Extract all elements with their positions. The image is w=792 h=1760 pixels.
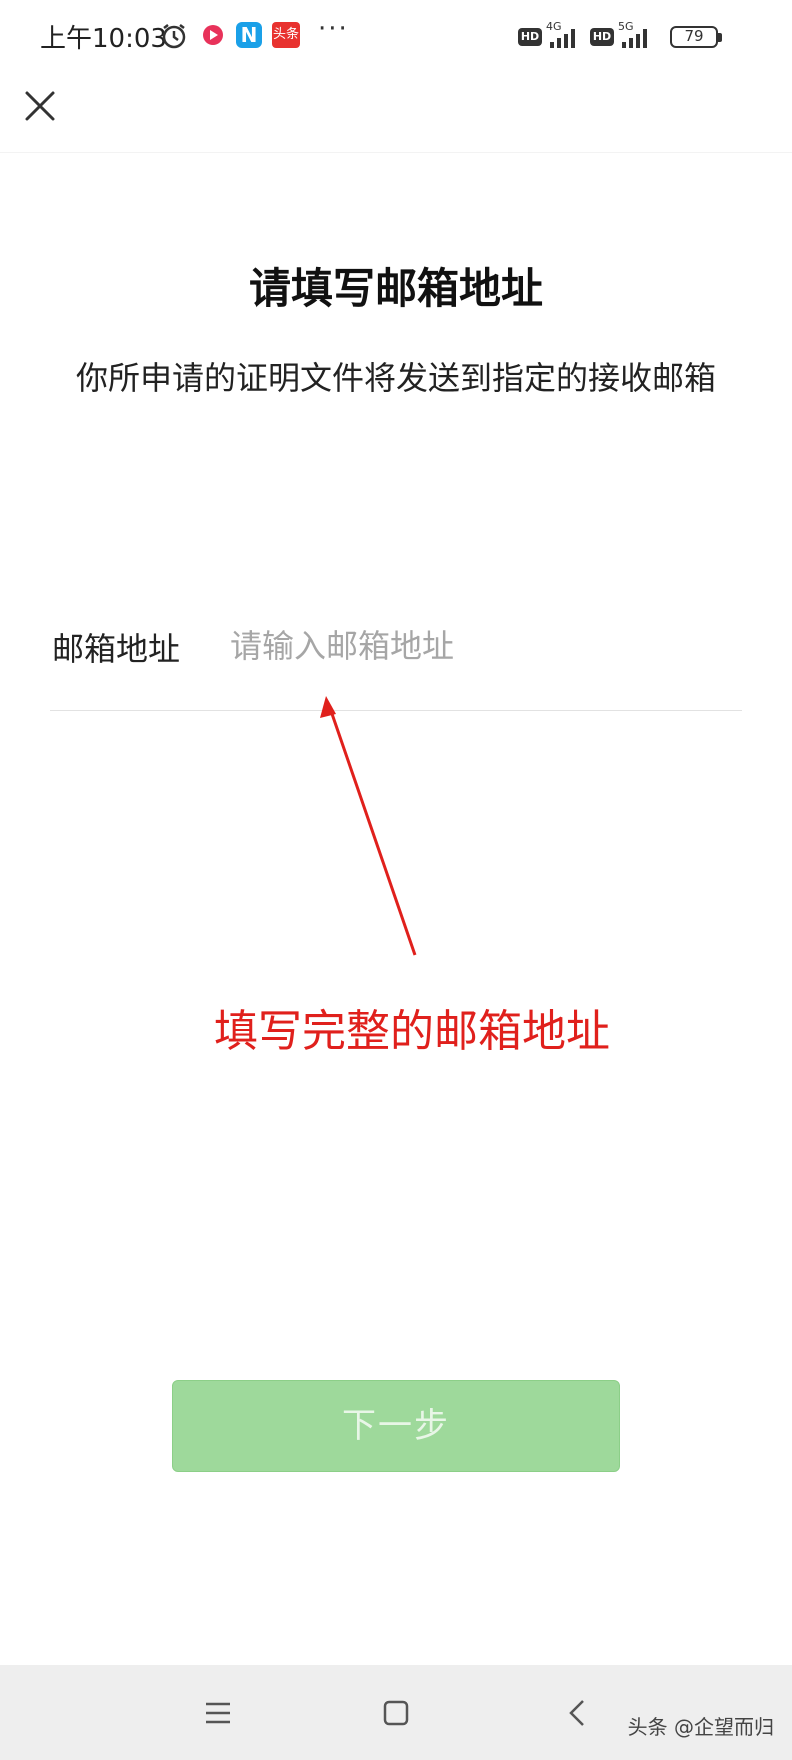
signal-icon xyxy=(622,29,647,48)
status-time: 上午10:03 xyxy=(40,24,167,54)
video-app-icon xyxy=(203,25,223,45)
battery-icon: 79 xyxy=(670,26,718,48)
n-app-icon: N xyxy=(236,22,262,48)
next-step-button[interactable]: 下一步 xyxy=(172,1380,620,1472)
signal-icon xyxy=(550,29,575,48)
back-icon[interactable] xyxy=(558,1693,598,1733)
system-indicators: HD 4G HD 5G 79 xyxy=(518,20,758,50)
hd-badge: HD xyxy=(518,28,542,46)
battery-tip xyxy=(718,33,722,42)
status-bar: 上午10:03 N 头条 ··· HD 4G HD 5G 79 xyxy=(0,0,792,72)
header-divider xyxy=(0,152,792,153)
email-label: 邮箱地址 xyxy=(52,630,181,668)
home-icon[interactable] xyxy=(376,1693,416,1733)
email-input[interactable] xyxy=(230,618,730,674)
page-description: 你所申请的证明文件将发送到指定的接收邮箱 xyxy=(75,359,716,397)
hd-badge: HD xyxy=(590,28,614,46)
annotation-text: 填写完整的邮箱地址 xyxy=(214,1006,610,1057)
more-notifications-icon: ··· xyxy=(318,14,349,44)
watermark: 头条 @企望而归 xyxy=(627,1715,774,1739)
system-nav-bar: 头条 @企望而归 xyxy=(0,1665,792,1760)
close-icon[interactable] xyxy=(22,88,58,124)
page-title: 请填写邮箱地址 xyxy=(248,264,543,313)
annotation-arrow xyxy=(320,696,417,956)
menu-icon[interactable] xyxy=(198,1693,238,1733)
alarm-icon xyxy=(162,24,186,49)
toutiao-app-icon: 头条 xyxy=(272,22,300,48)
